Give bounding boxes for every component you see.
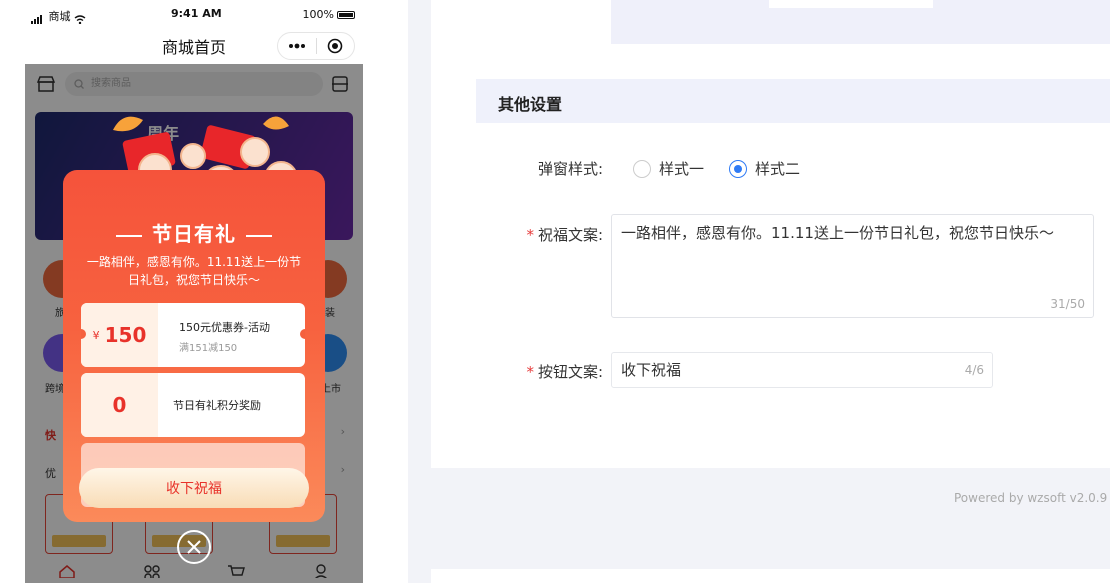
radio-icon <box>633 159 651 178</box>
battery-percent: 100% <box>302 8 334 21</box>
next-section <box>431 569 1110 583</box>
required-asterisk: * <box>526 226 534 244</box>
popup-style-label: 弹窗样式: <box>537 160 603 178</box>
coupon-condition: 满151减150 <box>179 343 238 354</box>
carrier-indicator: 商城 <box>31 8 86 24</box>
accept-blessing-button[interactable]: 收下祝福 <box>79 468 309 508</box>
festival-gift-popup: 节日有礼 一路相伴，感恩有你。11.11送上一份节日礼包，祝您节日快乐～ ¥ 1… <box>63 170 325 522</box>
radio-checked-icon <box>729 159 747 178</box>
footer-powered-by: Powered by wzsoft v2.0.9 <box>954 491 1108 505</box>
style-two-radio[interactable]: 样式二 <box>729 158 800 179</box>
signal-icon <box>31 15 42 24</box>
nav-bar: 商城首页 <box>25 28 363 64</box>
popup-title: 节日有礼 <box>63 218 325 247</box>
other-settings-card: 其他设置 弹窗样式: 样式一 样式二 * 祝福文案: 一路相伴，感恩有你。11.1… <box>431 68 1110 468</box>
status-time: 9:41 AM <box>171 7 222 20</box>
phone-preview: 商城 9:41 AM 100% 商城首页 搜索商品 旅 装 跨境 上市 快 › … <box>25 0 363 583</box>
battery-indicator: 100% <box>303 8 355 21</box>
status-bar: 商城 9:41 AM 100% <box>25 0 363 28</box>
more-icon[interactable] <box>278 33 316 59</box>
coupon-amount: ¥ 150 <box>81 303 158 367</box>
blessing-value: 一路相伴，感恩有你。11.11送上一份节日礼包，祝您节日快乐～ <box>621 224 1054 242</box>
coupon-reward-card: ¥ 150 150元优惠券-活动 满151减150 <box>81 303 305 367</box>
button-char-count: 4/6 <box>964 363 984 377</box>
previous-section <box>431 0 1110 68</box>
coupon-name: 150元优惠券-活动 <box>179 321 270 334</box>
wifi-icon <box>74 15 86 24</box>
popup-message: 一路相伴，感恩有你。11.11送上一份节日礼包，祝您节日快乐～ <box>86 255 302 287</box>
blessing-text-label: * 祝福文案: <box>526 226 603 244</box>
carrier-name: 商城 <box>48 10 71 23</box>
settings-panel: 其他设置 弹窗样式: 样式一 样式二 * 祝福文案: 一路相伴，感恩有你。11.1… <box>408 0 1110 583</box>
points-name: 节日有礼积分奖励 <box>173 399 261 412</box>
button-text-label: * 按钮文案: <box>526 363 603 381</box>
button-text-value: 收下祝福 <box>621 361 682 379</box>
points-amount: 0 <box>81 373 158 437</box>
section-title: 其他设置 <box>498 95 563 114</box>
mini-program-capsule[interactable] <box>277 32 355 60</box>
battery-icon <box>337 10 355 19</box>
section-header: 其他设置 <box>476 79 1110 123</box>
previous-field-box <box>611 0 1110 44</box>
close-popup-icon[interactable] <box>177 530 211 564</box>
button-text-input[interactable]: 收下祝福 4/6 <box>611 352 993 388</box>
blessing-char-count: 31/50 <box>1050 297 1085 311</box>
close-miniapp-icon[interactable] <box>317 33 355 59</box>
points-reward-card: 0 节日有礼积分奖励 <box>81 373 305 437</box>
blessing-textarea[interactable]: 一路相伴，感恩有你。11.11送上一份节日礼包，祝您节日快乐～ 31/50 <box>611 214 1094 318</box>
style-one-radio[interactable]: 样式一 <box>633 158 704 179</box>
required-asterisk: * <box>526 363 534 381</box>
